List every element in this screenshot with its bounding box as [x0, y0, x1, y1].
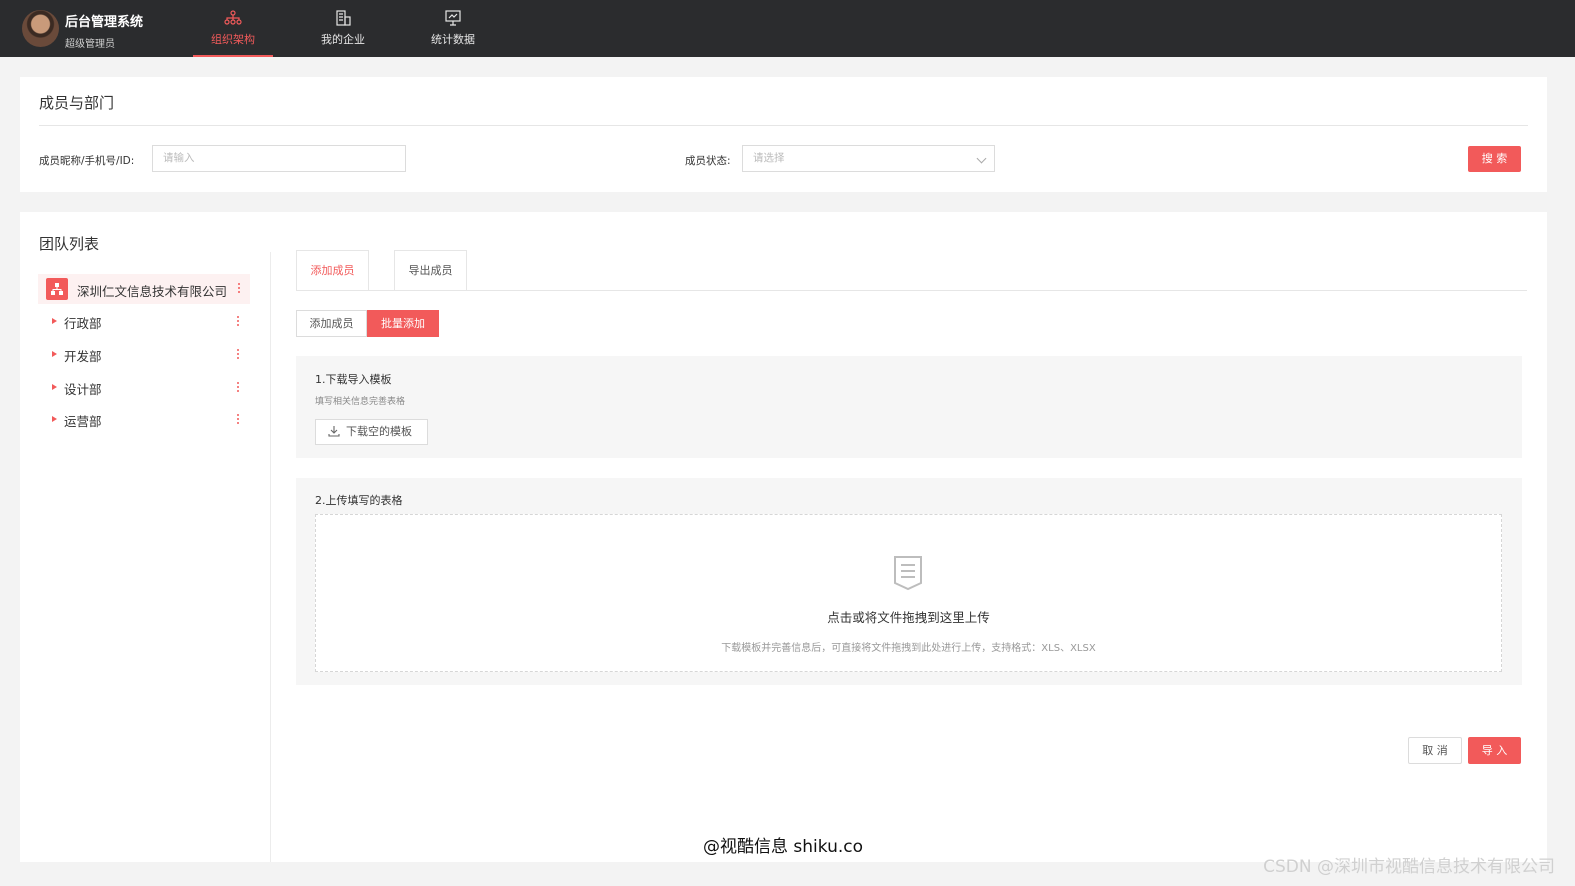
more-options-icon[interactable] — [236, 316, 240, 328]
download-icon — [328, 426, 340, 437]
tab-add-member[interactable]: 添加成员 — [296, 250, 369, 291]
more-options-icon[interactable] — [236, 414, 240, 426]
nav-item-org-structure[interactable]: 组织架构 — [193, 0, 273, 57]
department-label: 行政部 — [64, 316, 102, 331]
caret-right-icon[interactable] — [52, 318, 57, 324]
download-template-button[interactable]: 下载空的模板 — [315, 419, 428, 445]
tree-item-department[interactable]: 行政部 — [48, 310, 248, 334]
caret-right-icon[interactable] — [52, 384, 57, 390]
nav-label: 统计数据 — [431, 33, 475, 46]
more-options-icon[interactable] — [237, 283, 241, 295]
dropzone-hint: 下载模板并完善信息后，可直接将文件拖拽到此处进行上传，支持格式：XLS、XLSX — [721, 643, 1096, 654]
company-name: 深圳仁文信息技术有限公司 — [77, 284, 228, 299]
department-label: 开发部 — [64, 349, 102, 364]
step-title: 2.上传填写的表格 — [315, 494, 403, 507]
more-options-icon[interactable] — [236, 382, 240, 394]
chevron-down-icon — [976, 153, 987, 164]
cancel-button[interactable]: 取 消 — [1408, 737, 1462, 764]
more-options-icon[interactable] — [236, 349, 240, 361]
org-chart-icon — [46, 278, 68, 300]
member-status-label: 成员状态: — [685, 155, 731, 167]
caret-right-icon[interactable] — [52, 351, 57, 357]
select-placeholder: 请选择 — [753, 152, 785, 164]
tree-item-department[interactable]: 开发部 — [48, 343, 248, 367]
import-button[interactable]: 导 入 — [1468, 737, 1521, 764]
department-label: 设计部 — [64, 382, 102, 397]
file-icon — [894, 556, 922, 591]
button-label: 下载空的模板 — [346, 425, 412, 438]
member-search-panel: 成员与部门 成员昵称/手机号/ID: 请输入 成员状态: 请选择 搜 索 — [20, 77, 1547, 192]
step-subtitle: 填写相关信息完善表格 — [315, 397, 406, 407]
section-title: 成员与部门 — [39, 94, 115, 112]
input-placeholder: 请输入 — [163, 152, 195, 164]
team-list-title: 团队列表 — [39, 235, 100, 253]
watermark-corner: CSDN @深圳市视酷信息技术有限公司 — [1263, 857, 1555, 877]
nav-item-my-company[interactable]: 我的企业 — [303, 0, 383, 57]
step-title: 1.下载导入模板 — [315, 373, 392, 386]
building-icon — [336, 10, 351, 26]
caret-right-icon[interactable] — [52, 416, 57, 422]
tree-item-department[interactable]: 设计部 — [48, 376, 248, 400]
top-navigation-bar: 后台管理系统 超级管理员 组织架构 我的企业 统计数据 — [0, 0, 1575, 57]
watermark-center: @视酷信息 shiku.co — [703, 837, 864, 857]
presentation-chart-icon — [445, 10, 461, 26]
nav-label: 组织架构 — [211, 33, 255, 46]
divider — [39, 125, 1528, 126]
file-dropzone[interactable]: 点击或将文件拖拽到这里上传 下载模板并完善信息后，可直接将文件拖拽到此处进行上传… — [315, 514, 1502, 672]
org-chart-icon — [224, 10, 242, 25]
tab-underline — [296, 290, 1527, 291]
dropzone-title: 点击或将文件拖拽到这里上传 — [827, 610, 990, 625]
department-label: 运营部 — [64, 414, 102, 429]
search-button[interactable]: 搜 索 — [1468, 146, 1521, 172]
nav-item-statistics[interactable]: 统计数据 — [413, 0, 493, 57]
tree-item-department[interactable]: 运营部 — [48, 408, 248, 432]
sidebar-divider — [270, 252, 271, 862]
app-title: 后台管理系统 — [65, 15, 144, 30]
avatar[interactable] — [22, 10, 59, 47]
mode-batch-add[interactable]: 批量添加 — [367, 310, 439, 337]
member-status-select[interactable]: 请选择 — [742, 145, 995, 172]
user-role: 超级管理员 — [65, 39, 115, 50]
download-template-section: 1.下载导入模板 填写相关信息完善表格 下载空的模板 — [296, 356, 1522, 458]
tree-root-company[interactable]: 深圳仁文信息技术有限公司 — [38, 274, 250, 304]
nav-label: 我的企业 — [321, 33, 365, 46]
member-search-label: 成员昵称/手机号/ID: — [39, 155, 135, 167]
team-panel: 团队列表 深圳仁文信息技术有限公司 行政部 开发部 设计部 运营部 添加成员 导… — [20, 212, 1547, 862]
member-search-input[interactable]: 请输入 — [152, 145, 406, 172]
tab-export-member[interactable]: 导出成员 — [394, 250, 467, 291]
mode-single-add[interactable]: 添加成员 — [296, 310, 367, 337]
